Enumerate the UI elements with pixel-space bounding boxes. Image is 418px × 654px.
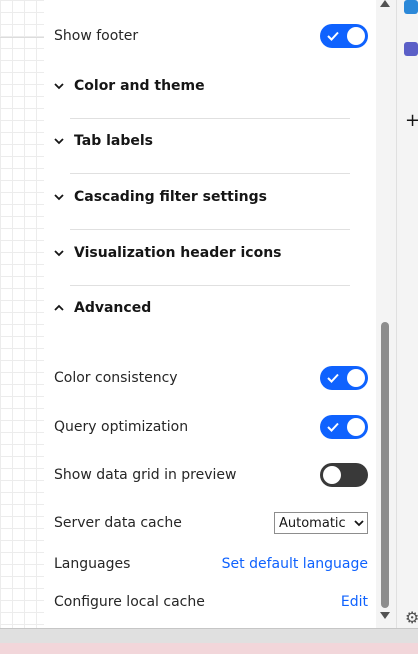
server-data-cache-label: Server data cache	[54, 515, 182, 531]
color-consistency-toggle[interactable]	[320, 366, 368, 390]
show-data-grid-label: Show data grid in preview	[54, 467, 237, 483]
local-cache-label: Configure local cache	[54, 594, 205, 610]
section-title: Color and theme	[74, 78, 205, 94]
app-icon[interactable]	[404, 42, 418, 56]
color-consistency-label: Color consistency	[54, 370, 178, 386]
section-title: Tab labels	[74, 133, 153, 149]
show-footer-row: Show footer	[54, 24, 368, 48]
divider	[70, 173, 350, 174]
query-optimization-toggle[interactable]	[320, 415, 368, 439]
chevron-down-icon	[54, 250, 64, 257]
status-strip	[0, 643, 418, 654]
show-footer-label: Show footer	[54, 28, 139, 44]
section-title: Advanced	[74, 300, 152, 316]
divider	[70, 118, 350, 119]
section-cascading-filter[interactable]: Cascading filter settings	[54, 189, 354, 205]
edit-local-cache-link[interactable]: Edit	[341, 594, 368, 610]
show-data-grid-row: Show data grid in preview	[54, 463, 368, 487]
divider	[70, 229, 350, 230]
show-data-grid-toggle[interactable]	[320, 463, 368, 487]
server-data-cache-row: Server data cache Automatic	[54, 512, 368, 534]
chevron-down-icon	[54, 83, 64, 90]
plus-icon[interactable]: +	[405, 112, 418, 130]
set-default-language-link[interactable]: Set default language	[222, 556, 368, 572]
query-optimization-label: Query optimization	[54, 419, 189, 435]
server-data-cache-select[interactable]: Automatic	[274, 512, 368, 534]
section-color-theme[interactable]: Color and theme	[54, 78, 354, 94]
horizontal-scrollbar[interactable]	[0, 628, 418, 643]
languages-row: Languages Set default language	[54, 556, 368, 572]
section-visualization-header-icons[interactable]: Visualization header icons	[54, 245, 354, 261]
right-rail: + ⚙	[396, 0, 418, 628]
chevron-up-icon	[54, 304, 64, 311]
app-icon[interactable]	[404, 0, 418, 14]
section-title: Visualization header icons	[74, 245, 282, 261]
gear-icon[interactable]: ⚙	[405, 610, 418, 626]
scrollbar-thumb[interactable]	[381, 322, 389, 608]
section-advanced[interactable]: Advanced	[54, 300, 354, 316]
canvas-area	[0, 0, 44, 628]
section-title: Cascading filter settings	[74, 189, 267, 205]
chevron-down-icon	[54, 138, 64, 145]
color-consistency-row: Color consistency	[54, 366, 368, 390]
select-value: Automatic	[279, 515, 346, 531]
chevron-down-icon	[54, 194, 64, 201]
divider	[70, 285, 350, 286]
show-footer-toggle[interactable]	[320, 24, 368, 48]
scroll-up-icon[interactable]	[380, 0, 390, 7]
section-tab-labels[interactable]: Tab labels	[54, 133, 354, 149]
scroll-down-icon[interactable]	[380, 612, 390, 619]
local-cache-row: Configure local cache Edit	[54, 594, 368, 610]
chevron-down-icon	[354, 520, 364, 527]
languages-label: Languages	[54, 556, 131, 572]
query-optimization-row: Query optimization	[54, 415, 368, 439]
